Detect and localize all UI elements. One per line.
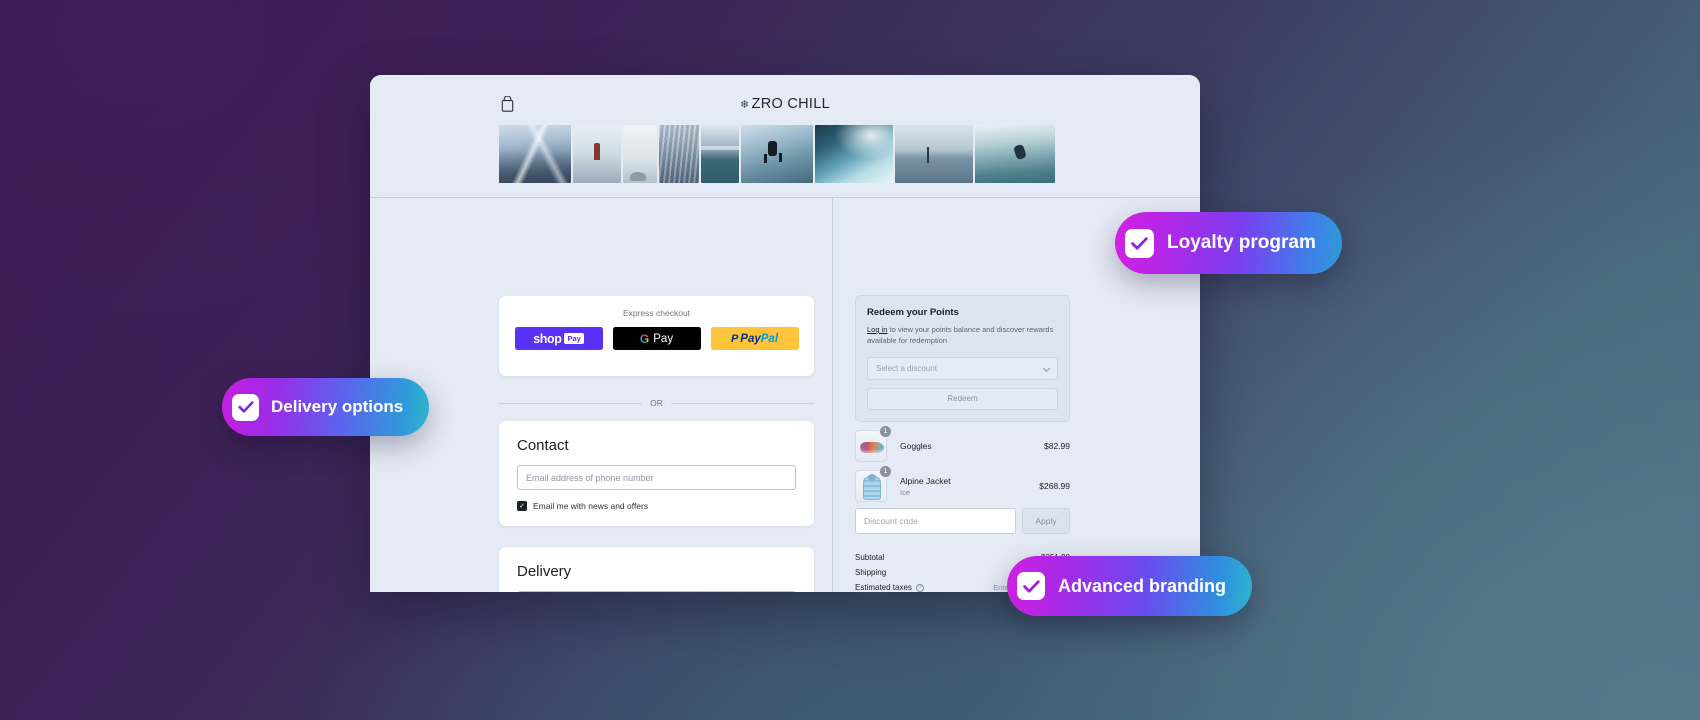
gallery-image-3: [623, 125, 657, 183]
paypal-word-pay: Pay: [740, 332, 761, 345]
newsletter-checkbox[interactable]: ✓: [517, 501, 527, 511]
taxes-label-group: Estimated taxes ?: [855, 583, 924, 592]
line-item-name: Alpine Jacket: [900, 475, 951, 486]
divider-line-left: [499, 402, 643, 404]
subtotal-label: Subtotal: [855, 553, 885, 562]
discount-code-input[interactable]: Discount code: [855, 508, 1016, 534]
line-item-price: $268.99: [1039, 481, 1070, 491]
brand-name: ZRO CHILL: [751, 96, 830, 112]
gallery-image-6: [741, 125, 813, 183]
line-item-thumbnail-wrap: 1: [855, 465, 892, 502]
express-checkout-card: Express checkout shop Pay G Pay P Pay Pal: [499, 296, 814, 376]
checkmark-icon: [1017, 572, 1045, 600]
login-link[interactable]: Log in: [867, 325, 887, 334]
paypal-word-pal: Pal: [760, 332, 779, 345]
hero-image-strip: [499, 125, 1055, 183]
google-logo-icon: G: [639, 331, 650, 346]
storefront-checkout-window: ❄ ZRO CHILL Express checkout shop Pay G …: [370, 75, 1200, 592]
gallery-image-8: [895, 125, 973, 183]
gallery-image-1: [499, 125, 571, 183]
checkmark-icon: [232, 393, 259, 421]
discount-select[interactable]: Select a discount: [867, 356, 1058, 380]
store-brand: ❄ ZRO CHILL: [370, 96, 1200, 112]
checkmark-icon: [1125, 228, 1154, 258]
express-checkout-label: Express checkout: [622, 308, 691, 318]
or-label: OR: [650, 398, 663, 408]
chevron-down-icon: [1042, 364, 1051, 372]
line-item-price: $82.99: [1044, 441, 1070, 451]
line-item-name: Goggles: [900, 441, 932, 451]
shop-pay-word: shop: [533, 331, 562, 346]
line-item-variant: Ice: [900, 487, 911, 497]
gallery-image-7: [815, 125, 893, 183]
contact-email-input[interactable]: Email address of phone number: [517, 465, 796, 490]
feature-badge-label: Delivery options: [271, 397, 404, 416]
checkout-left-column: Express checkout shop Pay G Pay P Pay Pal OR: [370, 198, 832, 592]
google-pay-button[interactable]: G Pay: [612, 327, 701, 350]
quantity-badge: 1: [879, 425, 892, 438]
contact-card: Contact Email address of phone number ✓ …: [499, 421, 814, 526]
feature-badge-label: Advanced branding: [1058, 575, 1227, 596]
delivery-card: Delivery Country/region Canada First nam…: [499, 547, 814, 592]
line-item-info: Alpine Jacket Ice: [887, 476, 1039, 497]
apply-discount-button[interactable]: Apply: [1022, 508, 1070, 534]
redeem-points-title: Redeem your Points: [867, 307, 959, 318]
cart-line-items: 1 Goggles $82.99 1 Alpine Jacket Ice $26…: [855, 425, 1070, 506]
line-item-thumbnail-wrap: 1: [855, 425, 892, 462]
delivery-title: Delivery: [517, 563, 572, 580]
snowflake-icon: ❄: [740, 99, 750, 111]
cart-line-item: 1 Alpine Jacket Ice $268.99: [855, 465, 1070, 506]
shop-pay-chip: Pay: [564, 333, 584, 344]
line-item-info: Goggles: [887, 441, 1044, 451]
feature-badge-loyalty-program[interactable]: Loyalty program: [1115, 212, 1342, 274]
redeem-points-description: Log in to view your points balance and d…: [867, 325, 1058, 347]
redeem-points-description-text: to view your points balance and discover…: [867, 325, 1054, 345]
feature-badge-delivery-options[interactable]: Delivery options: [222, 378, 430, 436]
feature-badge-label: Loyalty program: [1167, 232, 1316, 253]
gallery-image-9: [975, 125, 1055, 183]
taxes-label: Estimated taxes: [855, 583, 912, 592]
country-region-select[interactable]: Country/region Canada: [517, 591, 796, 592]
gallery-image-4: [659, 125, 699, 183]
gallery-image-2: [573, 125, 621, 183]
shop-pay-button[interactable]: shop Pay: [514, 327, 603, 350]
discount-select-placeholder: Select a discount: [876, 363, 937, 373]
newsletter-checkbox-row[interactable]: ✓ Email me with news and offers: [517, 501, 796, 511]
redeem-button[interactable]: Redeem: [867, 387, 1058, 410]
paypal-logo-icon: P: [730, 332, 739, 345]
cart-line-item: 1 Goggles $82.99: [855, 425, 1070, 466]
feature-badge-advanced-branding[interactable]: Advanced branding: [1007, 556, 1253, 616]
newsletter-label: Email me with news and offers: [533, 501, 649, 511]
paypal-button[interactable]: P Pay Pal: [710, 327, 799, 350]
or-divider: OR: [499, 398, 814, 408]
info-icon[interactable]: ?: [915, 583, 924, 592]
discount-code-row: Discount code Apply: [855, 508, 1070, 534]
checkout-body: Express checkout shop Pay G Pay P Pay Pal OR: [370, 198, 1200, 592]
wallet-button-row: shop Pay G Pay P Pay Pal: [499, 327, 814, 350]
redeem-points-panel: Redeem your Points Log in to view your p…: [855, 295, 1070, 422]
contact-title: Contact: [517, 437, 569, 454]
google-pay-word: Pay: [653, 332, 674, 345]
divider-line-right: [670, 402, 814, 404]
quantity-badge: 1: [879, 465, 892, 478]
shipping-label: Shipping: [855, 568, 887, 577]
gallery-image-5: [701, 125, 739, 183]
